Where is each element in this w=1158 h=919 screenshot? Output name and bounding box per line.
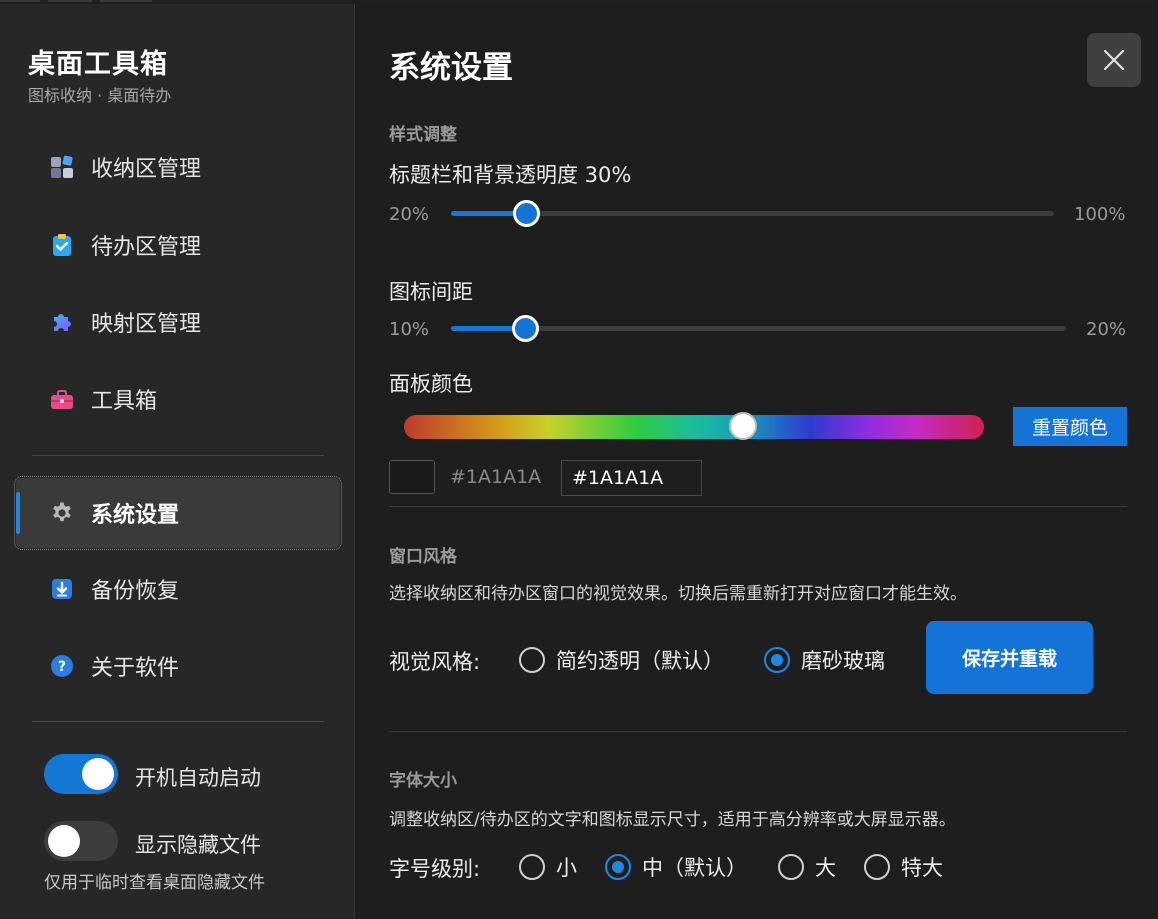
show-hidden-files-label: 显示隐藏文件 (135, 833, 261, 857)
spacing-max-label: 20% (1086, 319, 1127, 340)
active-indicator (16, 492, 20, 534)
radio-circle (605, 854, 631, 880)
gear-icon (53, 502, 71, 522)
spacing-min-label: 10% (389, 319, 430, 340)
sidebar-item-label: 关于软件 (91, 656, 180, 681)
help-icon: ? (51, 655, 73, 677)
save-and-reload-button[interactable]: 保存并重载 (926, 621, 1093, 694)
clipboard-check-icon (53, 234, 71, 256)
page-title: 系统设置 (389, 50, 513, 86)
download-icon (52, 579, 72, 599)
radio-label: 特大 (901, 856, 943, 880)
toggle-knob (48, 825, 80, 857)
radio-font-extra-large[interactable]: 特大 (864, 852, 943, 882)
reset-color-button[interactable]: 重置颜色 (1013, 407, 1127, 446)
radio-label: 磨砂玻璃 (801, 649, 885, 673)
sidebar: 桌面工具箱 图标收纳 · 桌面待办 收纳区管理 待办区管理 映射区管理 工具箱 … (0, 4, 355, 919)
sidebar-item-storage[interactable]: 收纳区管理 (16, 132, 340, 202)
radio-simple-transparent[interactable]: 简约透明（默认） (519, 645, 724, 675)
autostart-label: 开机自动启动 (135, 766, 261, 790)
radio-font-large[interactable]: 大 (778, 852, 836, 882)
puzzle-icon (54, 314, 71, 331)
sidebar-item-label: 映射区管理 (91, 312, 202, 337)
sidebar-item-mapping[interactable]: 映射区管理 (16, 287, 340, 357)
hue-slider-thumb[interactable] (729, 412, 757, 440)
color-hex-input[interactable] (561, 460, 702, 496)
radio-label: 小 (556, 856, 577, 880)
sidebar-item-label: 系统设置 (91, 503, 180, 528)
icon-spacing-slider-thumb[interactable] (512, 315, 539, 342)
radio-circle (864, 854, 890, 880)
opacity-slider-thumb[interactable] (513, 200, 540, 227)
section-divider (389, 731, 1127, 732)
font-size-heading: 字体大小 (389, 771, 457, 791)
radio-label: 大 (815, 856, 836, 880)
radio-font-medium[interactable]: 中（默认） (605, 852, 747, 882)
settings-panel: 系统设置 样式调整 标题栏和背景透明度 30% 20% 100% 图标间距 10… (356, 4, 1158, 919)
grid-blocks-icon (51, 155, 73, 178)
opacity-label: 标题栏和背景透明度 30% (389, 163, 632, 187)
toolbox-icon (51, 390, 73, 409)
panel-color-label: 面板颜色 (389, 372, 473, 396)
top-edge-segment (0, 0, 40, 2)
app-title: 桌面工具箱 (28, 49, 168, 80)
top-edge-segment (48, 0, 92, 2)
opacity-min-label: 20% (389, 204, 430, 225)
sidebar-divider (32, 721, 324, 722)
sidebar-item-backup[interactable]: 备份恢复 (16, 554, 340, 624)
top-edge-segment (100, 0, 152, 2)
window-style-description: 选择收纳区和待办区窗口的视觉效果。切换后需重新打开对应窗口才能生效。 (389, 584, 967, 604)
style-section-heading: 样式调整 (389, 125, 457, 145)
svg-text:?: ? (58, 659, 66, 675)
sidebar-item-label: 待办区管理 (91, 235, 202, 260)
color-swatch[interactable] (389, 460, 435, 494)
sidebar-item-todo[interactable]: 待办区管理 (16, 210, 340, 280)
radio-circle (519, 647, 545, 673)
sidebar-divider (32, 455, 324, 456)
sidebar-item-label: 收纳区管理 (91, 157, 202, 182)
icon-spacing-slider[interactable] (451, 315, 1066, 342)
hidden-files-hint: 仅用于临时查看桌面隐藏文件 (44, 873, 265, 893)
font-size-level-label: 字号级别: (389, 857, 481, 881)
sidebar-item-settings[interactable]: 系统设置 (14, 476, 342, 550)
opacity-max-label: 100% (1074, 204, 1126, 225)
icon-spacing-label: 图标间距 (389, 280, 473, 304)
visual-style-label: 视觉风格: (389, 650, 481, 674)
radio-circle (519, 854, 545, 880)
opacity-slider[interactable] (451, 200, 1054, 227)
sidebar-item-label: 备份恢复 (91, 579, 180, 604)
app-subtitle: 图标收纳 · 桌面待办 (28, 86, 172, 105)
toggle-knob (82, 758, 114, 790)
radio-font-small[interactable]: 小 (519, 852, 577, 882)
radio-frosted-glass[interactable]: 磨砂玻璃 (764, 645, 885, 675)
radio-label: 简约透明（默认） (556, 649, 724, 673)
color-hex-text: #1A1A1A (450, 466, 542, 488)
close-button[interactable] (1087, 33, 1141, 87)
window-style-heading: 窗口风格 (389, 547, 457, 567)
sidebar-item-toolbox[interactable]: 工具箱 (16, 364, 340, 434)
radio-circle (764, 647, 790, 673)
close-icon (1103, 49, 1125, 71)
section-divider (389, 506, 1127, 507)
sidebar-item-about[interactable]: ? 关于软件 (16, 631, 340, 701)
show-hidden-files-toggle[interactable] (44, 821, 118, 861)
sidebar-item-label: 工具箱 (91, 389, 158, 414)
autostart-toggle[interactable] (44, 754, 118, 794)
radio-label: 中（默认） (642, 856, 747, 880)
hue-slider[interactable] (404, 415, 984, 439)
radio-circle (778, 854, 804, 880)
font-size-description: 调整收纳区/待办区的文字和图标显示尺寸，适用于高分辨率或大屏显示器。 (389, 810, 956, 830)
